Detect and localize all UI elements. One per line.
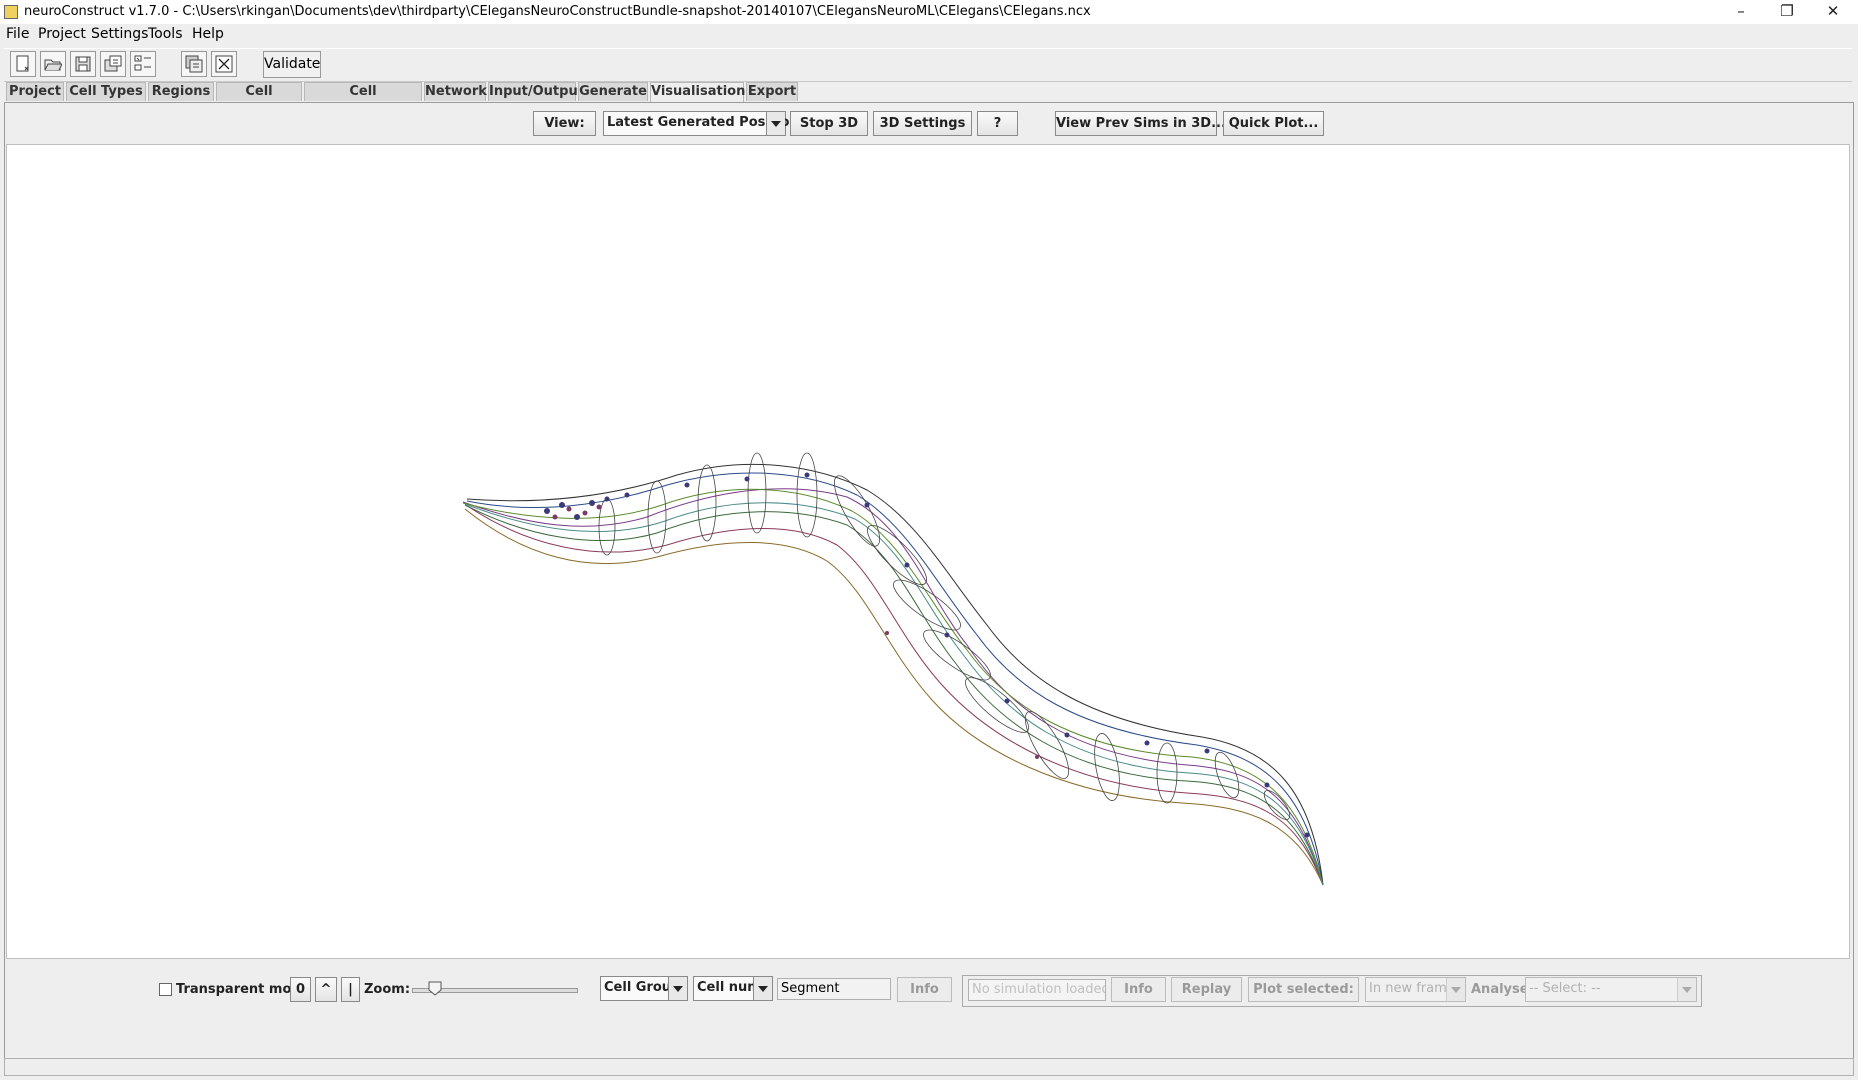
options-icon[interactable]: [130, 51, 156, 77]
axis-button[interactable]: |: [341, 977, 360, 1002]
simulation-field: No simulation loaded: [968, 979, 1106, 1001]
menu-project[interactable]: Project: [38, 26, 86, 42]
rotate-up-button[interactable]: ^: [315, 977, 337, 1002]
validate-button[interactable]: Validate: [263, 51, 321, 78]
menu-help[interactable]: Help: [192, 26, 224, 42]
tab-visualisation[interactable]: Visualisation: [650, 82, 745, 103]
chevron-down-icon: [1446, 978, 1465, 1001]
view-select[interactable]: Latest Generated Positions: [603, 111, 806, 136]
segment-field[interactable]: Segment: [777, 978, 891, 1000]
zoom-label: Zoom:: [364, 982, 411, 997]
quick-plot-button[interactable]: Quick Plot...: [1223, 111, 1324, 136]
cell-info-button[interactable]: Info: [897, 977, 952, 1002]
chevron-down-icon: [766, 112, 785, 135]
tab-input-output[interactable]: Input/Output: [488, 82, 584, 101]
new-project-icon[interactable]: [10, 51, 36, 77]
cell-num-select[interactable]: Cell num:: [693, 976, 773, 1001]
tab-cell-types[interactable]: Cell Types: [66, 82, 146, 101]
transparent-mode-checkbox[interactable]: [159, 983, 172, 996]
view-prev-sims-button[interactable]: View Prev Sims in 3D...: [1055, 111, 1226, 136]
chevron-down-icon: [753, 977, 772, 1000]
status-bar: [4, 1058, 1854, 1076]
view-button[interactable]: View:: [533, 111, 596, 136]
3d-canvas[interactable]: [6, 144, 1850, 959]
stop-3d-button[interactable]: Stop 3D: [790, 111, 868, 136]
help-button[interactable]: ?: [977, 111, 1018, 136]
new-frame-value: In new frame: [1369, 981, 1455, 996]
menu-settings[interactable]: Settings: [91, 26, 148, 42]
tab-regions[interactable]: Regions: [148, 82, 214, 101]
close-project-icon[interactable]: [211, 51, 237, 77]
zip-project-icon[interactable]: [181, 51, 207, 77]
replay-button[interactable]: Replay: [1171, 977, 1242, 1002]
zoom-slider-thumb[interactable]: [428, 981, 442, 996]
chevron-down-icon: [1677, 978, 1696, 1001]
tab-project[interactable]: Project: [6, 82, 64, 101]
tab-cell-mechanisms[interactable]: Cell Mechanisms: [304, 82, 422, 117]
minimize-button[interactable]: –: [1718, 0, 1764, 24]
main-toolbar: Validate: [4, 48, 1852, 82]
tab-export[interactable]: Export: [746, 82, 798, 101]
close-button[interactable]: ✕: [1810, 0, 1856, 24]
analyse-value: -- Select: --: [1529, 981, 1601, 996]
menu-tools[interactable]: Tools: [148, 26, 183, 42]
menu-file[interactable]: File: [6, 26, 29, 42]
worm-3d-view: [462, 452, 1324, 886]
title-bar: neuroConstruct v1.7.0 - C:\Users\rkingan…: [0, 0, 1858, 24]
cell-group-select[interactable]: Cell Group:: [600, 976, 688, 1001]
analyse-select[interactable]: -- Select: --: [1525, 977, 1697, 1002]
plot-selected-button[interactable]: Plot selected:: [1248, 977, 1359, 1002]
window-title: neuroConstruct v1.7.0 - C:\Users\rkingan…: [24, 4, 1091, 19]
new-frame-select[interactable]: In new frame: [1365, 977, 1466, 1002]
save-project-icon[interactable]: [70, 51, 96, 77]
save-as-icon[interactable]: [100, 51, 126, 77]
tab-network[interactable]: Network: [424, 82, 487, 101]
app-icon: [4, 5, 18, 19]
tab-generate[interactable]: Generate: [578, 82, 648, 101]
3d-settings-button[interactable]: 3D Settings: [873, 111, 972, 136]
reset-view-button[interactable]: 0: [290, 977, 311, 1002]
open-project-icon[interactable]: [40, 51, 66, 77]
restore-button[interactable]: ❐: [1764, 0, 1810, 24]
sim-info-button[interactable]: Info: [1111, 977, 1166, 1002]
chevron-down-icon: [668, 977, 687, 1000]
tab-cell-groups[interactable]: Cell Groups: [216, 82, 302, 117]
menu-bar: File Project Settings Tools Help: [0, 24, 1858, 46]
